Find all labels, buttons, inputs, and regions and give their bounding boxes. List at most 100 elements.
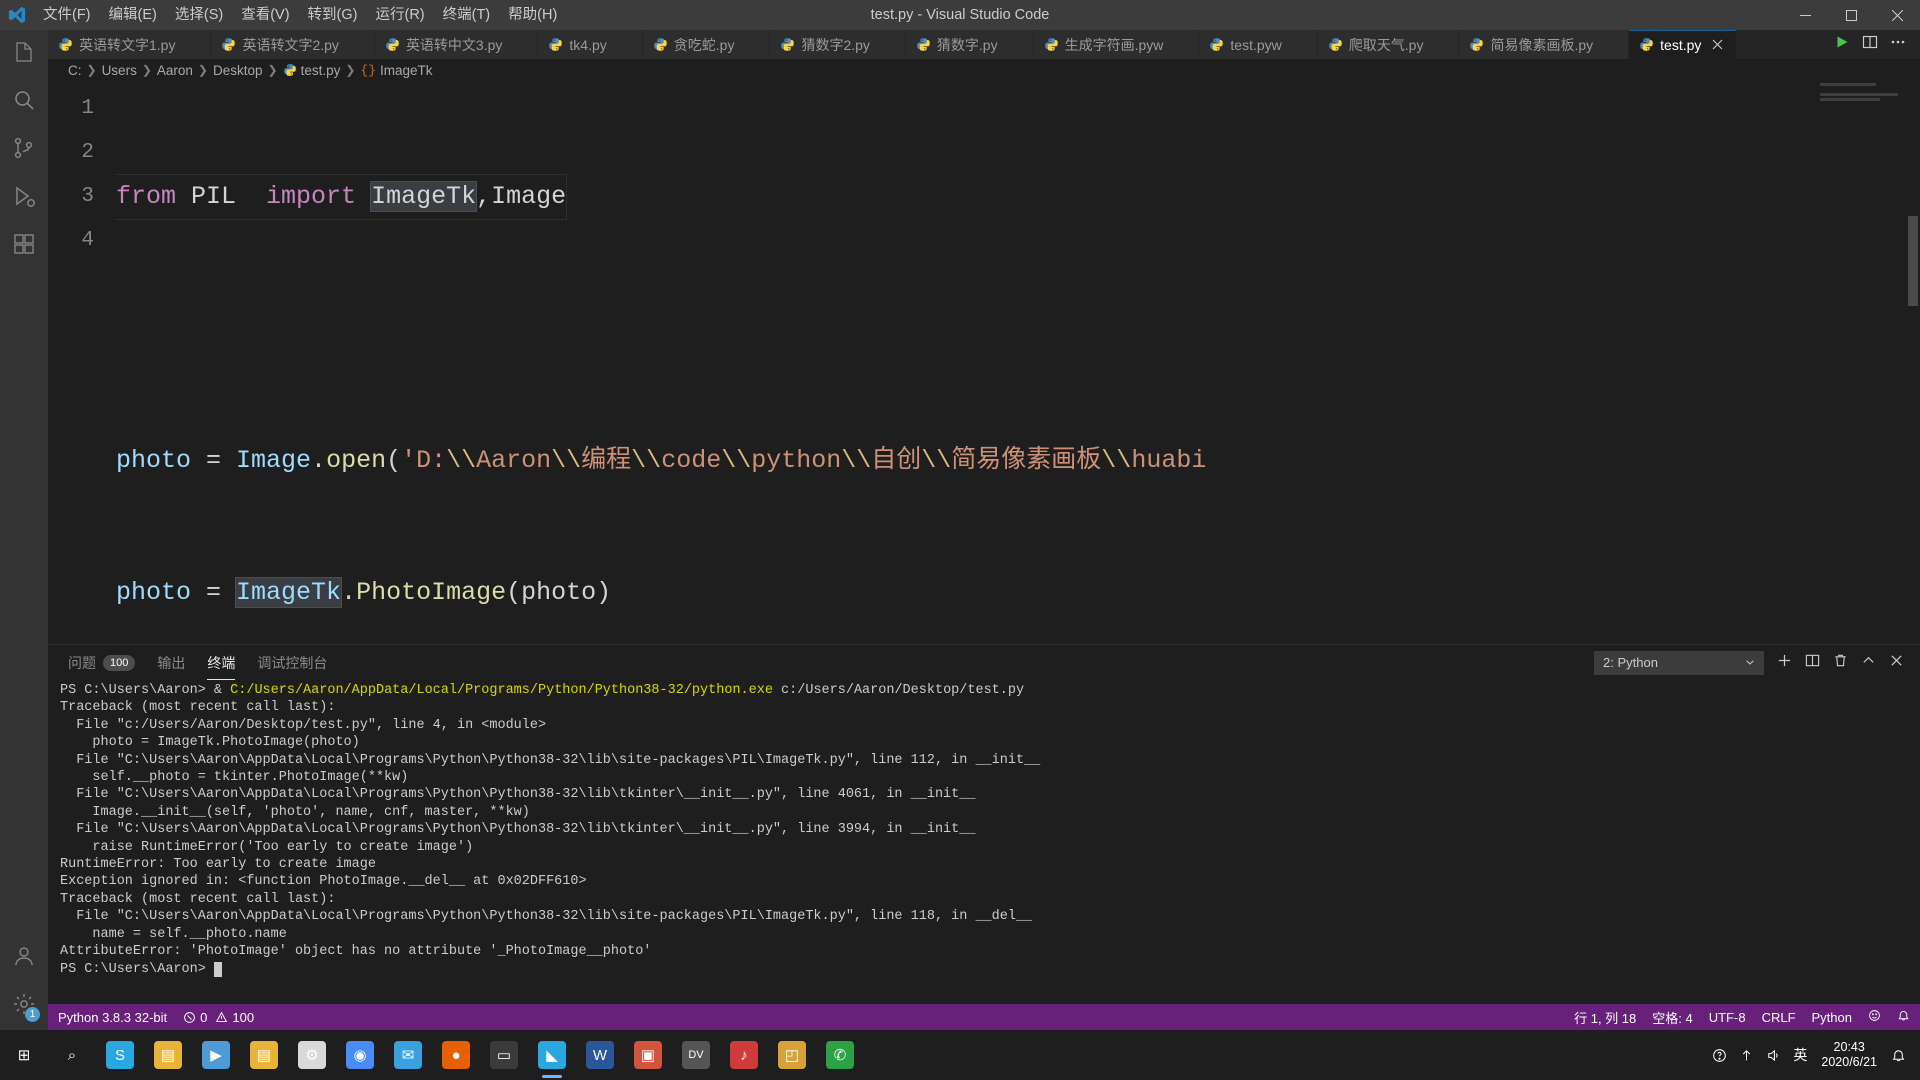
sidebar-item-source-control[interactable] — [0, 126, 48, 174]
line-number: 3 — [81, 185, 94, 208]
menu-bar[interactable]: 文件(F) 编辑(E) 选择(S) 查看(V) 转到(G) 运行(R) 终端(T… — [34, 0, 566, 30]
split-editor-button[interactable] — [1856, 30, 1884, 59]
editor-tab[interactable]: 猜数字2.py — [770, 30, 906, 59]
status-indentation[interactable]: 空格: 4 — [1644, 1004, 1700, 1030]
breadcrumb-item-drive[interactable]: C: — [68, 63, 82, 78]
sidebar-item-manage[interactable]: 1 — [0, 982, 48, 1030]
menu-run[interactable]: 运行(R) — [366, 4, 433, 26]
window-controls[interactable] — [1782, 0, 1920, 30]
start-button[interactable]: ⊞ — [0, 1030, 48, 1080]
new-terminal-button[interactable] — [1770, 649, 1798, 677]
app-chrome[interactable]: ◉ — [336, 1030, 384, 1080]
terminal-line: File "C:\Users\Aaron\AppData\Local\Progr… — [60, 752, 1920, 769]
notification-center-icon[interactable] — [1885, 1048, 1912, 1063]
app-firefox[interactable]: ● — [432, 1030, 480, 1080]
close-icon[interactable] — [1709, 36, 1726, 53]
menu-go[interactable]: 转到(G) — [299, 4, 367, 26]
editor-tab[interactable]: 英语转文字2.py — [211, 30, 375, 59]
more-actions-button[interactable] — [1884, 30, 1912, 59]
panel-tab-terminal[interactable]: 终端 — [207, 645, 236, 680]
maximize-panel-button[interactable] — [1854, 649, 1882, 677]
editor-tab[interactable]: 贪吃蛇.py — [642, 30, 771, 59]
status-cursor-position[interactable]: 行 1, 列 18 — [1566, 1004, 1644, 1030]
minimap[interactable] — [1816, 81, 1906, 644]
app-foxmail[interactable]: ✉ — [384, 1030, 432, 1080]
editor-tab[interactable]: 英语转中文3.py — [374, 30, 539, 59]
split-terminal-button[interactable] — [1798, 649, 1826, 677]
editor-tab-label: 英语转文字1.py — [79, 36, 176, 53]
breadcrumb[interactable]: C: ❯ Users ❯ Aaron ❯ Desktop ❯ test.py ❯… — [48, 59, 1920, 81]
status-encoding[interactable]: UTF-8 — [1701, 1004, 1754, 1030]
app-settings[interactable]: ⚙ — [288, 1030, 336, 1080]
status-notifications[interactable] — [1889, 1004, 1918, 1030]
sidebar-item-accounts[interactable] — [0, 934, 48, 982]
sidebar-item-search[interactable] — [0, 78, 48, 126]
sidebar-item-run-and-debug[interactable] — [0, 174, 48, 222]
panel-tab-problems[interactable]: 问题 100 — [68, 645, 136, 680]
line-numbers: 1 2 3 4 — [48, 81, 116, 644]
editor-tab[interactable]: 生成字符画.pyw — [1033, 30, 1200, 59]
taskbar-clock[interactable]: 20:43 2020/6/21 — [1813, 1040, 1885, 1070]
terminal-output[interactable]: PS C:\Users\Aaron> & C:/Users/Aaron/AppD… — [48, 680, 1920, 1004]
editor-scrollbar[interactable] — [1906, 81, 1920, 644]
terminal-line: RuntimeError: Too early to create image — [60, 856, 1920, 873]
app-dev[interactable]: DV — [672, 1030, 720, 1080]
editor-tab[interactable]: 简易像素画板.py — [1459, 30, 1630, 59]
code-content[interactable]: from PIL import ImageTk,Image photo = Im… — [116, 81, 1920, 644]
kill-terminal-button[interactable] — [1826, 649, 1854, 677]
terminal-selector[interactable]: 2: Python — [1594, 650, 1764, 675]
menu-view[interactable]: 查看(V) — [232, 4, 298, 26]
menu-help[interactable]: 帮助(H) — [499, 4, 566, 26]
editor-tab[interactable]: 猜数字.py — [905, 30, 1034, 59]
sidebar-item-explorer[interactable] — [0, 30, 48, 78]
help-icon[interactable] — [1706, 1048, 1733, 1063]
app-terminal[interactable]: ▭ — [480, 1030, 528, 1080]
app-explorer[interactable]: ▤ — [240, 1030, 288, 1080]
status-problems[interactable]: 0 100 — [175, 1004, 262, 1030]
status-eol[interactable]: CRLF — [1754, 1004, 1804, 1030]
close-button[interactable] — [1874, 0, 1920, 30]
python-file-icon — [1639, 37, 1654, 52]
breadcrumb-item-file[interactable]: test.py — [283, 63, 340, 78]
menu-selection[interactable]: 选择(S) — [166, 4, 232, 26]
code-editor[interactable]: 1 2 3 4 from PIL import ImageTk,Image ph… — [48, 81, 1920, 644]
editor-tab[interactable]: tk4.py — [538, 30, 643, 59]
terminal-text: C:/Users/Aaron/AppData/Local/Programs/Py… — [230, 683, 773, 698]
updates-icon[interactable] — [1733, 1048, 1760, 1063]
sidebar-item-extensions[interactable] — [0, 222, 48, 270]
breadcrumb-item-users[interactable]: Users — [102, 63, 137, 78]
editor-tab[interactable]: test.pyw — [1199, 30, 1318, 59]
panel-tab-debug-console[interactable]: 调试控制台 — [257, 645, 327, 680]
app-store[interactable]: ▣ — [624, 1030, 672, 1080]
status-language-mode[interactable]: Python — [1804, 1004, 1860, 1030]
app-folder[interactable]: ▤ — [144, 1030, 192, 1080]
panel-tab-output[interactable]: 输出 — [157, 645, 185, 680]
breadcrumb-item-symbol[interactable]: {} ImageTk — [360, 63, 432, 78]
app-wechat[interactable]: ✆ — [816, 1030, 864, 1080]
menu-terminal[interactable]: 终端(T) — [434, 4, 500, 26]
search-button[interactable]: ⌕ — [48, 1030, 96, 1080]
taskview-button[interactable]: S — [96, 1030, 144, 1080]
editor-tab-active[interactable]: test.py — [1629, 30, 1738, 59]
status-python-interpreter[interactable]: Python 3.8.3 32-bit — [50, 1004, 175, 1030]
app-player[interactable]: ▶ — [192, 1030, 240, 1080]
maximize-button[interactable] — [1828, 0, 1874, 30]
menu-edit[interactable]: 编辑(E) — [100, 4, 166, 26]
volume-icon[interactable] — [1760, 1048, 1787, 1063]
breadcrumb-item-desktop[interactable]: Desktop — [213, 63, 263, 78]
run-python-file-button[interactable] — [1828, 30, 1856, 59]
close-panel-button[interactable] — [1882, 649, 1910, 677]
editor-scrollbar-thumb[interactable] — [1908, 216, 1918, 306]
menu-file[interactable]: 文件(F) — [34, 4, 100, 26]
editor-tab[interactable]: 英语转文字1.py — [48, 30, 212, 59]
editor-tab[interactable]: 爬取天气.py — [1317, 30, 1460, 59]
ime-indicator[interactable]: 英 — [1787, 1045, 1813, 1065]
minimize-button[interactable] — [1782, 0, 1828, 30]
app-music[interactable]: ♪ — [720, 1030, 768, 1080]
status-feedback[interactable] — [1860, 1004, 1889, 1030]
token-path-seg: huabi — [1131, 446, 1207, 475]
app-word[interactable]: W — [576, 1030, 624, 1080]
app-photos[interactable]: ◰ — [768, 1030, 816, 1080]
breadcrumb-item-aaron[interactable]: Aaron — [157, 63, 193, 78]
app-vscode[interactable]: ◣ — [528, 1030, 576, 1080]
